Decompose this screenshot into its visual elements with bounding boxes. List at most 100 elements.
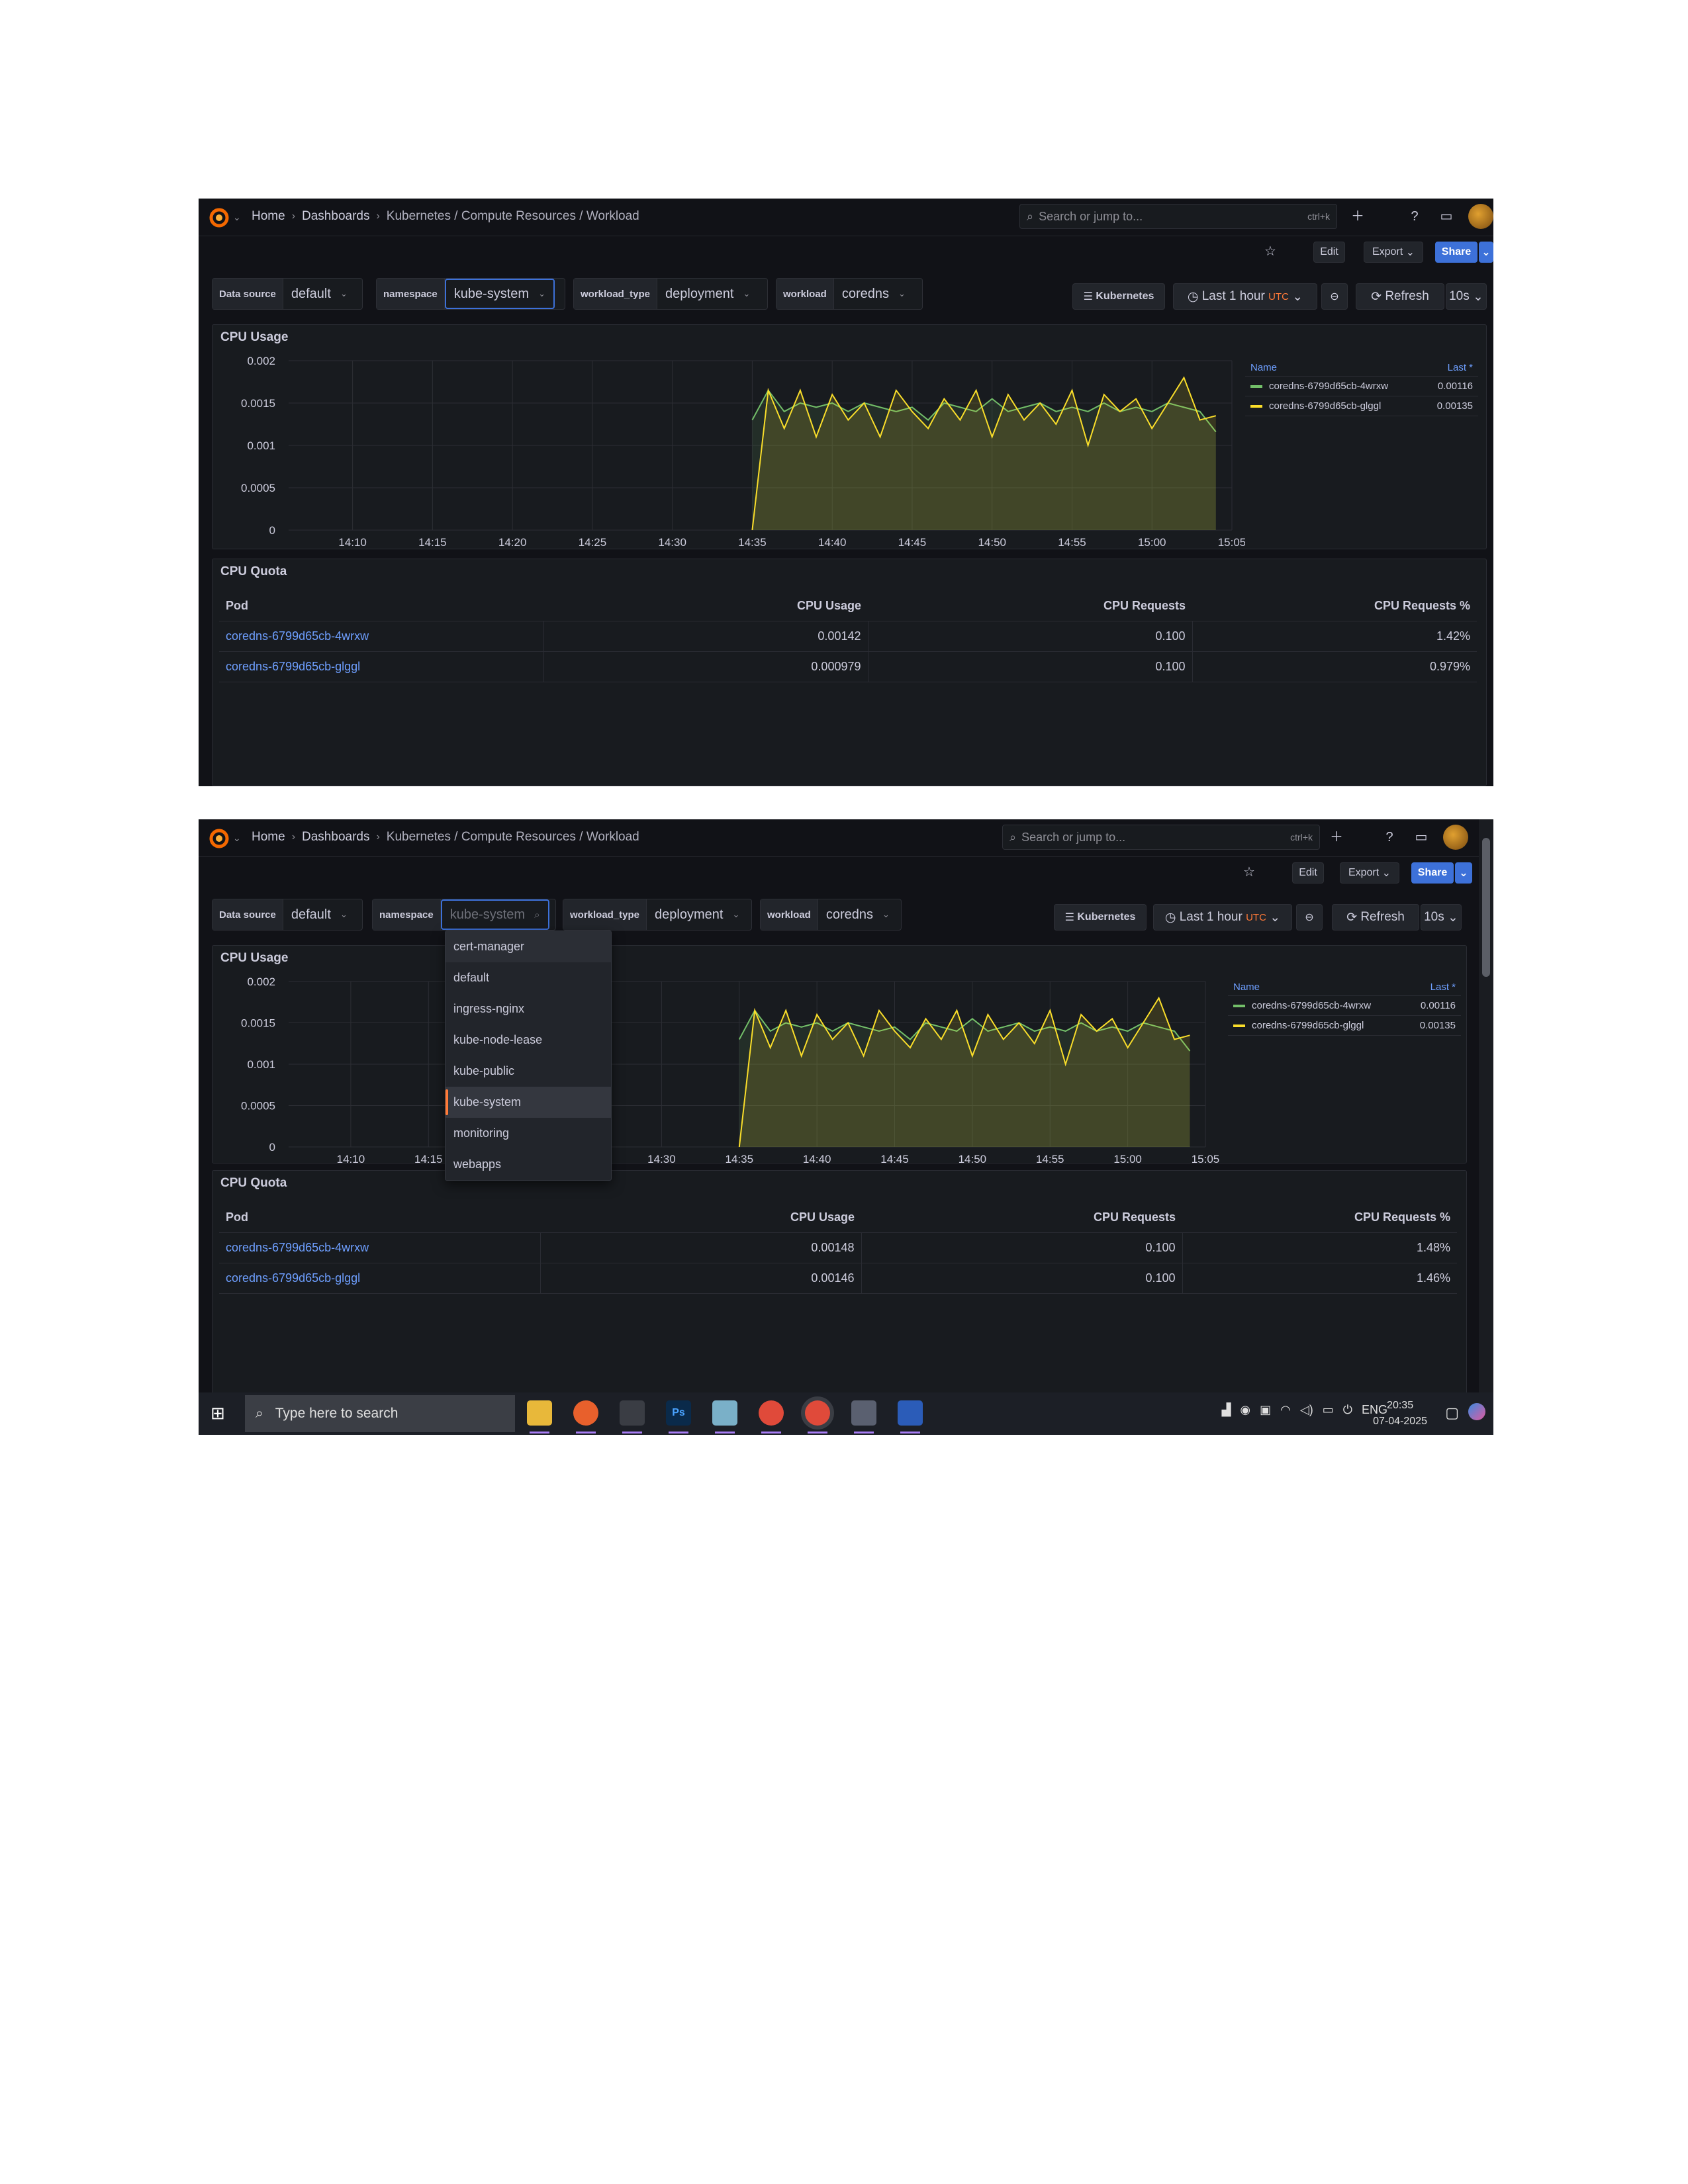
refresh-interval-select[interactable]: 10s ⌄ (1446, 283, 1487, 310)
refresh-button[interactable]: ⟳ Refresh (1356, 283, 1444, 310)
windows-start-icon[interactable]: ⊞ (211, 1403, 225, 1424)
workload-select[interactable]: coredns ⌄ (818, 899, 898, 930)
legend-last-header[interactable]: Last * (1430, 981, 1456, 993)
refresh-button[interactable]: ⟳ Refresh (1332, 904, 1419, 931)
wifi-icon[interactable]: ◠ (1280, 1403, 1291, 1417)
namespace-option[interactable]: ingress-nginx (445, 993, 611, 1024)
pod-link[interactable]: coredns-6799d65cb-4wrxw (219, 1232, 540, 1263)
remote-desktop-icon[interactable] (851, 1400, 876, 1433)
namespace-variable[interactable]: namespace kube-system ⌄ (376, 278, 565, 310)
legend-item[interactable]: coredns-6799d65cb-glggl 0.00135 (1228, 1016, 1461, 1036)
copilot-icon[interactable] (1468, 1403, 1485, 1420)
namespace-option[interactable]: kube-public (445, 1056, 611, 1087)
scrollbar-thumb[interactable] (1482, 838, 1490, 977)
news-icon[interactable]: ▭ (1413, 829, 1430, 846)
legend-item[interactable]: coredns-6799d65cb-4wrxw 0.00116 (1228, 996, 1461, 1016)
breadcrumb-dashboards[interactable]: Dashboards (302, 830, 369, 844)
edit-button[interactable]: Edit (1292, 862, 1324, 884)
file-explorer-icon[interactable] (527, 1400, 552, 1433)
kubernetes-links-button[interactable]: ☰ Kubernetes (1054, 904, 1147, 931)
taskbar-search-input[interactable]: ⌕ Type here to search (245, 1395, 515, 1432)
chrome-active-icon[interactable] (805, 1400, 830, 1433)
namespace-option[interactable]: monitoring (445, 1118, 611, 1149)
kubernetes-links-button[interactable]: ☰ Kubernetes (1072, 283, 1165, 310)
taskbar-clock[interactable]: 20:35 07-04-2025 (1373, 1398, 1427, 1430)
search-input[interactable]: ⌕ Search or jump to... ctrl+k (1002, 825, 1320, 850)
help-icon[interactable]: ? (1406, 208, 1423, 225)
pod-link[interactable]: coredns-6799d65cb-glggl (219, 1263, 540, 1294)
star-icon[interactable]: ☆ (1262, 243, 1279, 260)
edit-button[interactable]: Edit (1313, 242, 1345, 263)
column-header-pod[interactable]: Pod (219, 1203, 540, 1233)
search-input[interactable]: ⌕ Search or jump to... ctrl+k (1019, 204, 1337, 229)
add-icon[interactable]: ＋ (1328, 829, 1345, 846)
pod-link[interactable]: coredns-6799d65cb-4wrxw (219, 621, 543, 652)
column-header-cpu-requests-pct[interactable]: CPU Requests % (1182, 1203, 1457, 1233)
app-tray-icon[interactable]: ▣ (1260, 1403, 1271, 1417)
chrome-icon[interactable] (759, 1400, 784, 1433)
export-button[interactable]: Export ⌄ (1340, 862, 1399, 884)
workload-type-select[interactable]: deployment ⌄ (647, 899, 747, 930)
workload-type-variable[interactable]: workload_type deployment ⌄ (573, 278, 768, 310)
datasource-select[interactable]: default ⌄ (283, 279, 355, 309)
namespace-search-input[interactable]: kube-system ⌕ (440, 899, 549, 930)
photoshop-icon[interactable]: Ps (666, 1400, 691, 1433)
datasource-variable[interactable]: Data source default ⌄ (212, 899, 363, 931)
share-menu-button[interactable]: ⌄ (1455, 862, 1472, 884)
namespace-option[interactable]: cert-manager (445, 931, 611, 962)
share-menu-button[interactable]: ⌄ (1479, 242, 1493, 263)
workload-variable[interactable]: workload coredns ⌄ (760, 899, 902, 931)
namespace-option[interactable]: kube-node-lease (445, 1024, 611, 1056)
workload-select[interactable]: coredns ⌄ (834, 279, 914, 309)
grafana-logo-icon[interactable] (208, 827, 230, 850)
column-header-cpu-requests[interactable]: CPU Requests (868, 591, 1192, 621)
datasource-variable[interactable]: Data source default ⌄ (212, 278, 363, 310)
legend-name-header[interactable]: Name (1233, 981, 1260, 993)
star-icon[interactable]: ☆ (1241, 864, 1258, 881)
grafana-logo-icon[interactable] (208, 206, 230, 229)
namespace-select[interactable]: kube-system ⌄ (444, 279, 555, 309)
battery-icon[interactable]: ▭ (1323, 1403, 1334, 1417)
share-button[interactable]: Share (1435, 242, 1477, 263)
zoom-out-button[interactable]: ⊖ (1296, 904, 1323, 931)
avatar[interactable] (1468, 204, 1493, 229)
logo-chevron-icon[interactable]: ⌄ (233, 833, 241, 844)
zoom-out-button[interactable]: ⊖ (1321, 283, 1348, 310)
namespace-variable[interactable]: namespace kube-system ⌕ (372, 899, 556, 931)
chrome-tray-icon[interactable]: ◉ (1240, 1403, 1250, 1417)
time-range-picker[interactable]: ◷ Last 1 hour UTC ⌄ (1153, 904, 1292, 931)
breadcrumb-home[interactable]: Home (252, 209, 285, 224)
network-activity-icon[interactable]: ▟ (1222, 1403, 1231, 1417)
legend-item[interactable]: coredns-6799d65cb-4wrxw 0.00116 (1245, 377, 1478, 396)
pod-link[interactable]: coredns-6799d65cb-glggl (219, 651, 543, 682)
share-button[interactable]: Share (1411, 862, 1454, 884)
avatar[interactable] (1443, 825, 1468, 850)
column-header-cpu-requests-pct[interactable]: CPU Requests % (1192, 591, 1477, 621)
notes-icon[interactable] (712, 1400, 737, 1433)
volume-icon[interactable]: ◁) (1300, 1403, 1313, 1417)
add-icon[interactable]: ＋ (1349, 208, 1366, 225)
refresh-interval-select[interactable]: 10s ⌄ (1421, 904, 1462, 931)
workload-type-variable[interactable]: workload_type deployment ⌄ (563, 899, 752, 931)
word-icon[interactable] (898, 1400, 923, 1433)
page-scrollbar[interactable] (1479, 819, 1493, 1392)
legend-item[interactable]: coredns-6799d65cb-glggl 0.00135 (1245, 396, 1478, 416)
git-icon[interactable] (620, 1400, 645, 1433)
news-icon[interactable]: ▭ (1438, 208, 1455, 225)
column-header-pod[interactable]: Pod (219, 591, 543, 621)
firefox-icon[interactable] (573, 1400, 598, 1433)
breadcrumb-home[interactable]: Home (252, 830, 285, 844)
breadcrumb-dashboards[interactable]: Dashboards (302, 209, 369, 224)
legend-last-header[interactable]: Last * (1448, 362, 1473, 373)
datasource-select[interactable]: default ⌄ (283, 899, 355, 930)
namespace-option[interactable]: default (445, 962, 611, 993)
legend-name-header[interactable]: Name (1250, 362, 1277, 373)
column-header-cpu-usage[interactable]: CPU Usage (543, 591, 868, 621)
logo-chevron-icon[interactable]: ⌄ (233, 212, 241, 223)
namespace-option[interactable]: webapps (445, 1149, 611, 1180)
notification-icon[interactable]: ▢ (1445, 1404, 1459, 1422)
column-header-cpu-usage[interactable]: CPU Usage (540, 1203, 861, 1233)
power-icon[interactable]: ⏻ (1343, 1403, 1352, 1417)
export-button[interactable]: Export ⌄ (1364, 242, 1423, 263)
workload-type-select[interactable]: deployment ⌄ (657, 279, 758, 309)
